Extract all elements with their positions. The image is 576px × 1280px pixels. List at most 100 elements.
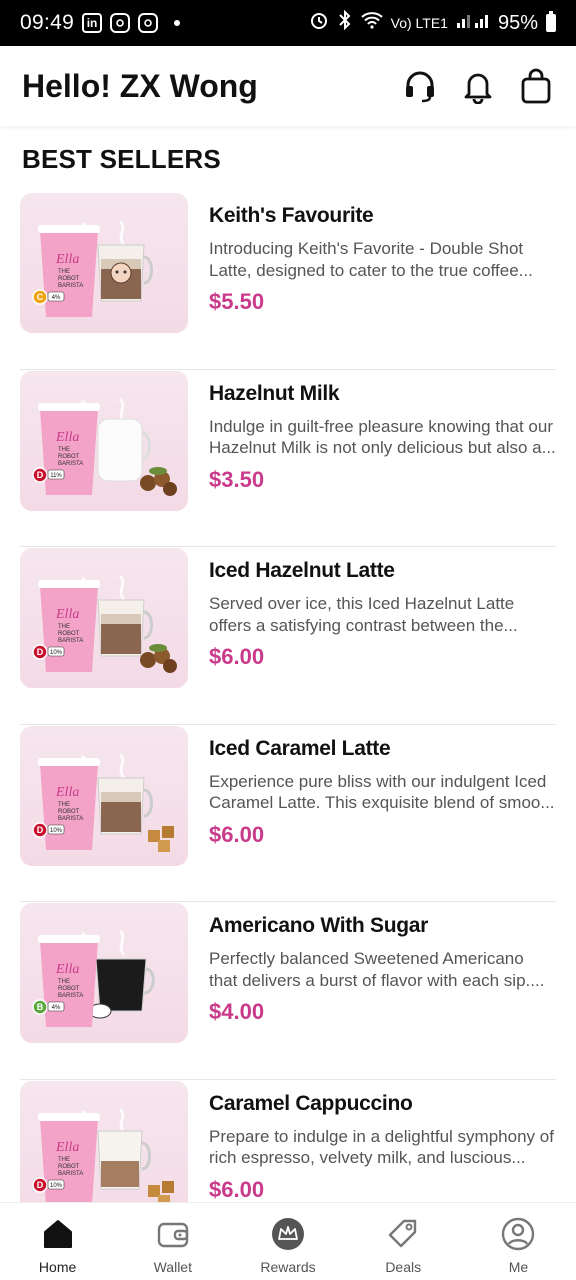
svg-text:THE: THE	[58, 624, 70, 630]
content-area[interactable]: BEST SELLERS Ella THE ROBOT BARISTA C 4%…	[0, 126, 576, 1202]
product-info: Caramel Cappuccino Prepare to indulge in…	[209, 1080, 556, 1203]
product-price: $4.00	[209, 999, 265, 1024]
svg-text:10%: 10%	[50, 650, 63, 656]
product-image[interactable]: Ella THE ROBOT BARISTA D 10%	[20, 1080, 188, 1202]
svg-text:ROBOT: ROBOT	[58, 986, 80, 992]
product-info: Iced Hazelnut Latte Served over ice, thi…	[209, 547, 556, 724]
svg-text:THE: THE	[58, 1157, 70, 1163]
nav-item-deals[interactable]: Deals	[346, 1203, 461, 1280]
product-image[interactable]: Ella THE ROBOT BARISTA D 11%	[20, 370, 188, 511]
svg-text:Ella: Ella	[55, 962, 79, 977]
product-item[interactable]: Ella THE ROBOT BARISTA B 4% Americano Wi…	[20, 902, 556, 1080]
product-description: Perfectly balanced Sweetened Americano t…	[209, 949, 545, 990]
nav-label: Home	[38, 1259, 77, 1275]
signal-icon	[456, 11, 490, 35]
svg-text:BARISTA: BARISTA	[58, 283, 83, 289]
svg-text:10%: 10%	[50, 828, 63, 834]
svg-text:4%: 4%	[52, 1005, 61, 1011]
svg-text:BARISTA: BARISTA	[58, 638, 83, 644]
nav-label: Rewards	[260, 1259, 316, 1275]
rewards-crown-icon	[271, 1217, 305, 1251]
product-price: $5.50	[209, 289, 265, 314]
svg-text:ROBOT: ROBOT	[58, 809, 80, 815]
wifi-icon	[360, 11, 383, 35]
svg-text:Ella: Ella	[55, 785, 79, 800]
svg-text:THE: THE	[58, 447, 70, 453]
product-name[interactable]: Americano With Sugar	[209, 914, 556, 938]
svg-text:BARISTA: BARISTA	[58, 993, 83, 999]
product-price: $6.00	[209, 1176, 265, 1202]
svg-text:THE: THE	[58, 802, 70, 808]
status-time: 09:49	[20, 11, 75, 34]
bluetooth-icon	[337, 9, 353, 36]
svg-text:C: C	[37, 292, 44, 302]
greeting-title: Hello! ZX Wong	[22, 67, 258, 104]
product-image[interactable]: Ella THE ROBOT BARISTA D 10%	[20, 548, 188, 688]
product-name[interactable]: Caramel Cappuccino	[209, 1092, 556, 1116]
nav-label: Deals	[385, 1259, 422, 1275]
svg-text:D: D	[37, 825, 44, 835]
nav-label: Wallet	[153, 1259, 192, 1275]
svg-text:ROBOT: ROBOT	[58, 1164, 80, 1170]
product-info: Iced Caramel Latte Experience pure bliss…	[209, 725, 556, 902]
alarm-icon	[309, 10, 329, 36]
bottom-nav: Home Wallet Rewards Deals Me	[0, 1202, 576, 1280]
product-image[interactable]: Ella THE ROBOT BARISTA B 4%	[20, 903, 188, 1043]
svg-text:D: D	[37, 470, 44, 480]
shopping-bag-icon[interactable]	[518, 68, 554, 104]
product-item[interactable]: Ella THE ROBOT BARISTA D 11% Hazelnut Mi…	[20, 370, 556, 547]
tag-icon	[386, 1217, 420, 1251]
user-icon	[501, 1217, 535, 1251]
section-title: BEST SELLERS	[22, 144, 221, 174]
product-price: $6.00	[209, 644, 265, 669]
product-list: Ella THE ROBOT BARISTA C 4% Keith's Favo…	[20, 192, 556, 1202]
battery-icon	[546, 11, 556, 32]
product-item[interactable]: Ella THE ROBOT BARISTA D 10% Caramel Cap…	[20, 1080, 556, 1203]
headset-icon[interactable]	[402, 68, 438, 104]
svg-text:B: B	[37, 1002, 44, 1012]
product-name[interactable]: Hazelnut Milk	[209, 382, 556, 406]
nav-item-me[interactable]: Me	[461, 1203, 576, 1280]
product-item[interactable]: Ella THE ROBOT BARISTA D 10% Iced Carame…	[20, 725, 556, 902]
bell-icon[interactable]	[460, 68, 496, 104]
product-description: Indulge in guilt-free pleasure knowing t…	[209, 416, 556, 458]
svg-text:BARISTA: BARISTA	[58, 1171, 83, 1177]
svg-text:Ella: Ella	[55, 430, 79, 445]
product-item[interactable]: Ella THE ROBOT BARISTA C 4% Keith's Favo…	[20, 192, 556, 370]
product-description: Introducing Keith's Favorite - Double Sh…	[209, 239, 533, 280]
svg-text:Ella: Ella	[55, 607, 79, 622]
svg-text:ROBOT: ROBOT	[58, 276, 80, 282]
svg-text:D: D	[37, 647, 44, 657]
product-description: Experience pure bliss with our indulgent…	[209, 771, 555, 813]
product-price: $6.00	[209, 821, 265, 847]
status-bar: 09:49 in Vo) LTE1 95%	[0, 0, 576, 46]
product-name[interactable]: Iced Caramel Latte	[209, 737, 556, 761]
product-image[interactable]: Ella THE ROBOT BARISTA C 4%	[20, 193, 188, 333]
svg-text:10%: 10%	[50, 1183, 63, 1189]
svg-text:THE: THE	[58, 979, 70, 985]
svg-text:BARISTA: BARISTA	[58, 816, 83, 822]
wallet-icon	[156, 1217, 190, 1251]
product-description: Prepare to indulge in a delightful symph…	[209, 1126, 554, 1168]
svg-text:Ella: Ella	[55, 252, 79, 267]
product-item[interactable]: Ella THE ROBOT BARISTA D 10% Iced Hazeln…	[20, 547, 556, 725]
instagram-notification-icon	[110, 13, 131, 33]
app-header: Hello! ZX Wong	[0, 46, 576, 126]
nav-label: Me	[508, 1259, 529, 1275]
svg-text:11%: 11%	[50, 473, 62, 479]
svg-text:THE: THE	[58, 269, 70, 275]
product-description: Served over ice, this Iced Hazelnut Latt…	[209, 594, 518, 635]
product-image[interactable]: Ella THE ROBOT BARISTA D 10%	[20, 725, 188, 866]
product-info: Americano With Sugar Perfectly balanced …	[209, 902, 556, 1079]
svg-text:D: D	[37, 1180, 44, 1190]
product-name[interactable]: Keith's Favourite	[209, 204, 556, 228]
svg-text:Ella: Ella	[55, 1140, 79, 1155]
linkedin-notification-icon: in	[82, 13, 103, 33]
nav-item-home[interactable]: Home	[0, 1203, 115, 1280]
network-type: Vo) LTE1	[390, 15, 448, 31]
home-icon	[41, 1217, 75, 1251]
nav-item-rewards[interactable]: Rewards	[230, 1203, 345, 1280]
product-info: Hazelnut Milk Indulge in guilt-free plea…	[209, 370, 556, 547]
nav-item-wallet[interactable]: Wallet	[115, 1203, 230, 1280]
product-name[interactable]: Iced Hazelnut Latte	[209, 559, 556, 583]
